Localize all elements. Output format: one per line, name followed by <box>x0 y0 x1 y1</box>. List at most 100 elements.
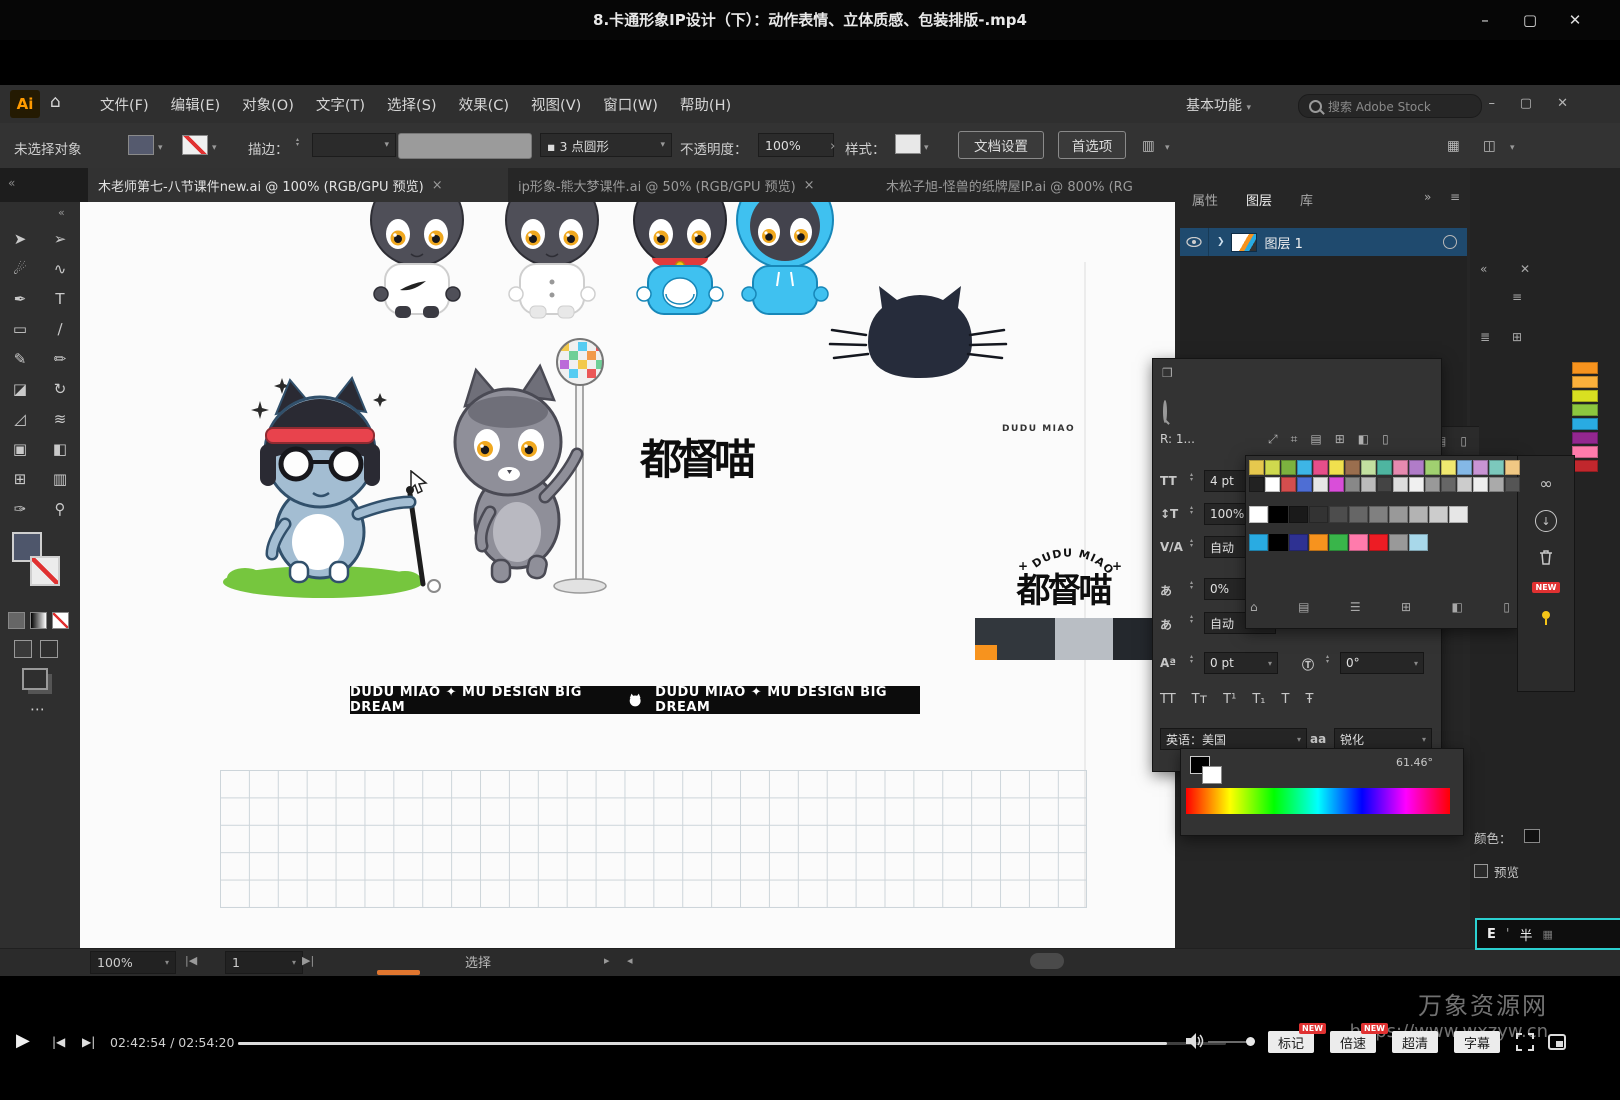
swatch[interactable] <box>1309 506 1328 523</box>
swatch[interactable] <box>1377 477 1392 492</box>
document-tab-active[interactable]: 木老师第七-八节课件new.ai @ 100% (RGB/GPU 预览) × <box>88 168 529 202</box>
dock-close-icon[interactable]: ✕ <box>1520 262 1530 276</box>
stepper-down-icon[interactable]: ▾ <box>296 141 299 148</box>
workspace-switcher[interactable]: 基本功能 ▾ <box>1186 95 1251 115</box>
swatch[interactable] <box>1281 460 1296 475</box>
swatch[interactable] <box>1249 534 1268 551</box>
menu-item[interactable]: 视图(V) <box>531 94 581 115</box>
document-tab[interactable]: ip形象-熊大梦课件.ai @ 50% (RGB/GPU 预览) × <box>508 168 897 202</box>
stroke-color-swatch[interactable] <box>182 135 208 155</box>
align-icon[interactable]: ▥ <box>1142 138 1155 154</box>
chevron-down-icon[interactable]: ▾ <box>1510 143 1515 153</box>
swatch[interactable] <box>1329 460 1344 475</box>
glyph-grid-icon[interactable]: ⌗ <box>1291 432 1298 447</box>
swatch[interactable] <box>1269 534 1288 551</box>
angle-bracket-icon[interactable]: › <box>830 138 835 154</box>
swatch[interactable] <box>1505 460 1520 475</box>
swatch[interactable] <box>1457 460 1472 475</box>
minimize-icon[interactable]: – <box>1470 0 1500 40</box>
trash-icon[interactable] <box>1539 549 1553 565</box>
antialias-select[interactable]: 锐化▾ <box>1334 728 1432 750</box>
tab-close-icon[interactable]: × <box>432 178 443 193</box>
last-artboard-icon[interactable]: ▶| <box>302 954 314 967</box>
swatch[interactable] <box>1429 506 1448 523</box>
artboard-select[interactable]: 1 ▾ <box>225 951 303 974</box>
volume-knob[interactable] <box>1246 1037 1255 1046</box>
chevron-down-icon[interactable]: ▾ <box>212 143 217 153</box>
swatch[interactable] <box>1389 534 1408 551</box>
tab-layers[interactable]: 图层 <box>1246 190 1272 209</box>
swatch[interactable] <box>1389 506 1408 523</box>
swatch[interactable] <box>1457 477 1472 492</box>
menu-item[interactable]: 编辑(E) <box>171 94 220 115</box>
selection-tool[interactable]: ➤ <box>14 230 27 248</box>
delete-icon[interactable]: ▯ <box>1382 432 1389 447</box>
language-select[interactable]: 英语：美国▾ <box>1160 728 1307 750</box>
color-stroke-proxy[interactable] <box>1202 766 1222 784</box>
swatch[interactable] <box>1572 362 1598 374</box>
swatch[interactable] <box>1269 506 1288 523</box>
ime-punct[interactable]: ' <box>1506 927 1510 942</box>
visibility-toggle[interactable] <box>1180 237 1208 247</box>
swatch[interactable] <box>1425 460 1440 475</box>
swatch[interactable] <box>1441 460 1456 475</box>
swatch[interactable] <box>1361 460 1376 475</box>
swatch[interactable] <box>1377 460 1392 475</box>
swatch-kinds-icon[interactable]: ▤ <box>1298 600 1309 614</box>
draw-normal-icon[interactable] <box>14 640 32 658</box>
chevron-down-icon[interactable]: ▾ <box>1165 143 1170 153</box>
layer-target-icon[interactable] <box>1443 235 1457 249</box>
packaging-mockup-dark[interactable] <box>975 618 1055 660</box>
caption-dudu-miao[interactable]: DUDU MIAO <box>1002 424 1075 434</box>
swatch[interactable] <box>1361 477 1376 492</box>
app-minimize-icon[interactable]: – <box>1489 96 1496 111</box>
menu-item[interactable]: 窗口(W) <box>603 94 658 115</box>
baseline-field[interactable]: 0 pt▾ <box>1204 652 1278 674</box>
search-input[interactable]: 搜索 Adobe Stock <box>1298 94 1482 118</box>
zoom-select[interactable]: 100% ▾ <box>90 951 176 974</box>
delete-layer-icon[interactable]: ▯ <box>1460 434 1467 448</box>
export-icon[interactable]: ⤢ <box>1268 432 1278 447</box>
swatch[interactable] <box>1289 506 1308 523</box>
magic-wand-tool[interactable]: ☄ <box>13 260 26 278</box>
new-group-icon[interactable]: ⊞ <box>1401 600 1411 614</box>
type-style-toggle[interactable]: TT <box>1160 692 1176 707</box>
swatch[interactable] <box>1449 506 1468 523</box>
pin-icon[interactable] <box>1539 610 1553 626</box>
swatch[interactable] <box>1489 460 1504 475</box>
collapse-icon[interactable]: « <box>8 176 15 190</box>
fullscreen-icon[interactable] <box>1516 1033 1534 1051</box>
swatch[interactable] <box>1572 418 1598 430</box>
expand-arrow-icon[interactable]: ❯ <box>1217 237 1225 247</box>
options-icon[interactable]: ◧ <box>1358 432 1369 447</box>
color-spectrum[interactable] <box>1186 788 1450 814</box>
preview-checkbox[interactable] <box>1474 864 1488 878</box>
menu-item[interactable]: 文字(T) <box>316 94 365 115</box>
layer-name[interactable]: 图层 1 <box>1265 233 1303 252</box>
swatch[interactable] <box>1473 460 1488 475</box>
stepper-down-icon[interactable]: ▾ <box>1326 658 1329 665</box>
maximize-icon[interactable]: ▢ <box>1515 0 1545 40</box>
prev-button[interactable]: |◀ <box>52 1035 65 1049</box>
menu-item[interactable]: 选择(S) <box>387 94 437 115</box>
panel-corner-icon[interactable]: ❒ <box>1162 366 1173 380</box>
stepper-down-icon[interactable]: ▾ <box>1190 658 1193 665</box>
direct-selection-tool[interactable]: ➢ <box>54 230 67 248</box>
dock-menu-icon[interactable]: ≡ <box>1512 290 1522 304</box>
progress-bar[interactable] <box>238 1042 1226 1045</box>
swatch[interactable] <box>1369 506 1388 523</box>
swatch[interactable] <box>1345 460 1360 475</box>
font-family-field[interactable]: R: 1... <box>1160 432 1195 446</box>
swatch[interactable] <box>1393 477 1408 492</box>
swatch[interactable] <box>1289 534 1308 551</box>
tab-close-icon[interactable]: × <box>804 178 815 193</box>
mini-player-icon[interactable] <box>1548 1034 1566 1050</box>
menu-item[interactable]: 对象(O) <box>242 94 294 115</box>
download-icon[interactable]: ↓ <box>1535 510 1557 532</box>
toolbar-collapse-icon[interactable]: « <box>58 206 65 219</box>
swatch[interactable] <box>1313 460 1328 475</box>
chevron-down-icon[interactable]: ▾ <box>158 143 163 153</box>
speed-button[interactable]: 倍速 NEW <box>1330 1031 1376 1053</box>
scrollbar-highlight[interactable] <box>377 970 420 975</box>
pen-tool[interactable]: ✒ <box>14 290 27 308</box>
